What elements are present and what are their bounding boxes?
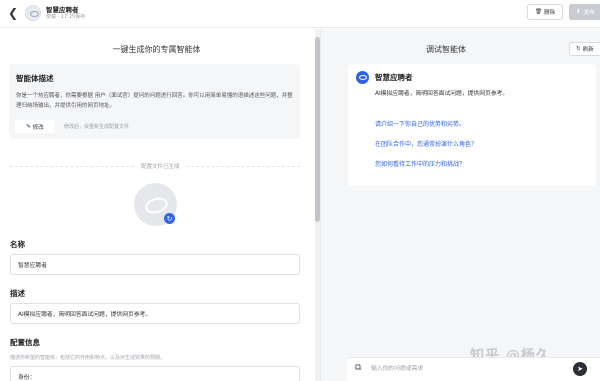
bot-intro-card: 智慧应聘者 AI模拟应聘者，简明回答面试问题，提供网页参考。 请介绍一下你自己的…: [348, 64, 596, 186]
delete-label: 删除: [543, 10, 555, 16]
edit-hint: 修改后，会重新生成配置文件: [64, 124, 130, 130]
top-header: ❮ 智慧应聘者 草稿 · 17:25保存 🗑 删除 ⬆ 发布: [0, 0, 600, 28]
chat-input-bar: ⧉ ➤: [347, 357, 600, 381]
description-input[interactable]: AI模拟应聘者，简明回答面试问题，提供网页参考。: [10, 303, 300, 324]
regenerate-avatar-icon[interactable]: ↻: [164, 213, 175, 224]
delete-button[interactable]: 🗑 删除: [527, 4, 563, 20]
trash-icon: 🗑: [535, 9, 542, 15]
edit-button[interactable]: ✎ 修改: [15, 120, 55, 133]
generated-text: 配置文件已生成: [135, 162, 186, 170]
config-panel: 一键生成你的专属智能体 智能体描述 你是一个热应聘者，你需要根据 用户（面试官）…: [0, 29, 313, 381]
publish-label: 发布: [583, 10, 595, 16]
edit-label: 修改: [32, 124, 44, 131]
bot-intro: AI模拟应聘者，简明回答面试问题，提供网页参考。: [375, 91, 509, 97]
suggested-question[interactable]: 请介绍一下你自己的优势和劣势。: [375, 119, 465, 128]
description-label: 描述: [10, 289, 25, 298]
config-label: 配置信息: [10, 338, 40, 347]
agent-avatar: [25, 5, 41, 21]
publish-button[interactable]: ⬆ 发布: [569, 4, 600, 20]
description-card: 智能体描述 你是一个热应聘者，你需要根据 用户（面试官）提问的问题进行回答。你可…: [9, 64, 300, 139]
publish-icon: ⬆: [576, 9, 581, 15]
generated-divider: 配置文件已生成: [10, 162, 300, 170]
back-arrow-icon[interactable]: ❮: [8, 6, 18, 20]
debug-panel: 调试智能体 ↻ 刷新 智慧应聘者 AI模拟应聘者，简明回答面试问题，提供网页参考…: [320, 29, 600, 381]
send-button[interactable]: ➤: [573, 362, 587, 376]
name-input[interactable]: 智慧应聘者: [10, 254, 300, 275]
refresh-label: 刷新: [582, 47, 594, 53]
attachment-icon[interactable]: ⧉: [355, 363, 361, 373]
pencil-icon: ✎: [26, 123, 31, 130]
bot-avatar-icon: [356, 71, 369, 84]
chat-input[interactable]: [371, 362, 531, 376]
suggested-question[interactable]: 在团队合作中，您通常扮演什么角色？: [375, 139, 477, 148]
config-panel-title: 一键生成你的专属智能体: [112, 45, 201, 54]
suggested-question[interactable]: 您如何看待工作中的压力和挑战？: [375, 159, 465, 168]
save-status: 草稿 · 17:25保存: [46, 14, 86, 20]
bot-name: 智慧应聘者: [375, 73, 413, 82]
description-heading: 智能体描述: [16, 74, 54, 83]
description-text: 你是一个热应聘者，你需要根据 用户（面试官）提问的问题进行回答。你可以用简单易懂…: [16, 93, 293, 109]
debug-panel-title: 调试智能体: [426, 45, 466, 54]
name-label: 名称: [10, 240, 25, 249]
refresh-icon: ↻: [576, 46, 581, 52]
refresh-button[interactable]: ↻ 刷新: [569, 42, 600, 56]
config-textarea[interactable]: 身份：: [10, 366, 300, 381]
config-hint: 描述你希望的智能体，包括它的作用和特点，以及对生成效果的预期。: [10, 355, 166, 361]
